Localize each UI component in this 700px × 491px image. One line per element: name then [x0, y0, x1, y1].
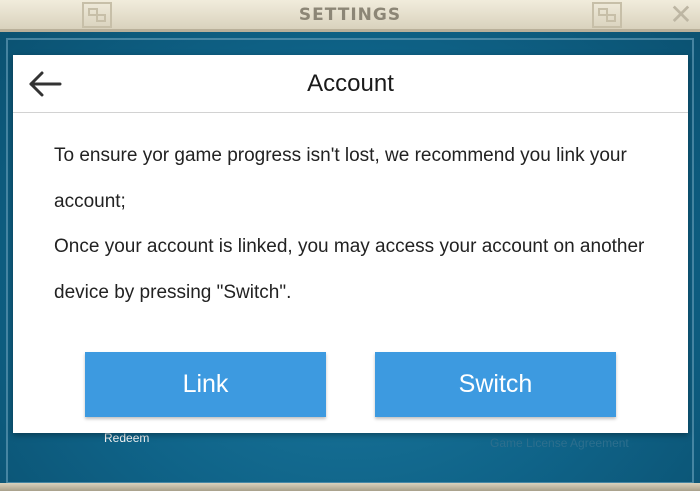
ornament-right-icon: [592, 2, 622, 28]
message-paragraph-1: To ensure yor game progress isn't lost, …: [54, 145, 627, 212]
dialog-title: Account: [307, 70, 394, 97]
dialog-message: To ensure yor game progress isn't lost, …: [54, 133, 654, 315]
redeem-link[interactable]: Redeem: [104, 431, 149, 445]
game-license-link[interactable]: Game License Agreement: [490, 436, 629, 450]
settings-title-bar: SETTINGS ✕: [0, 0, 700, 32]
message-paragraph-2: Once your account is linked, you may acc…: [54, 236, 645, 303]
link-button[interactable]: Link: [85, 352, 326, 417]
settings-close-icon[interactable]: ✕: [666, 0, 696, 30]
dialog-header: Account: [13, 55, 688, 113]
account-dialog: Account To ensure yor game progress isn'…: [13, 55, 688, 433]
settings-bottom-bar: [0, 483, 700, 491]
switch-button[interactable]: Switch: [375, 352, 616, 417]
